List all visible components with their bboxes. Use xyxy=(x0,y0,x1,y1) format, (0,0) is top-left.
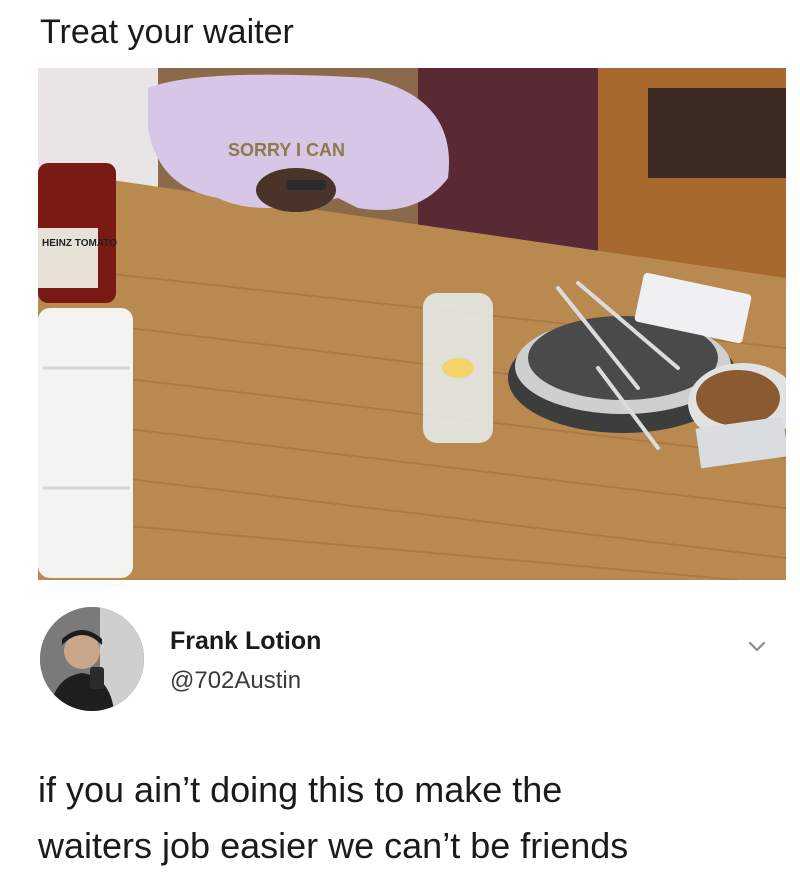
tweet-text-line: waiters job easier we can’t be friends xyxy=(38,825,629,866)
meme-caption: Treat your waiter xyxy=(40,13,294,51)
tweet-text-line: if you ain’t doing this to make the xyxy=(38,769,563,810)
chevron-down-icon[interactable] xyxy=(746,635,768,657)
tweet-header: Frank Lotion @702Austin xyxy=(38,605,788,715)
shirt-text: SORRY I CAN xyxy=(228,140,345,160)
avatar[interactable] xyxy=(40,607,144,711)
display-name[interactable]: Frank Lotion xyxy=(170,627,321,656)
table-photo: SORRY I CAN HEINZ TOMATO xyxy=(38,68,786,580)
ketchup-label: HEINZ TOMATO xyxy=(42,238,117,249)
user-handle[interactable]: @702Austin xyxy=(170,667,301,695)
tweet-text: if you ain’t doing this to make the wait… xyxy=(38,762,778,874)
